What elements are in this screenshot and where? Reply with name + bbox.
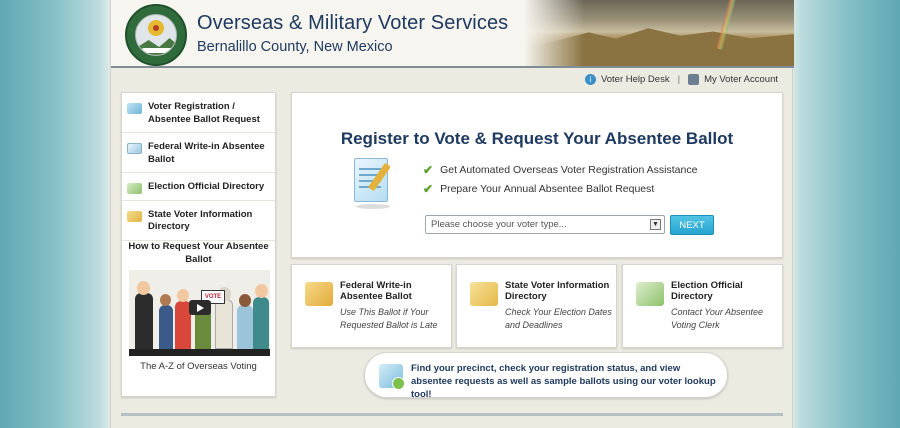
video-player[interactable]: VOTE	[129, 270, 270, 356]
mountain-icon	[136, 38, 176, 55]
next-button[interactable]: NEXT	[670, 215, 714, 235]
envelope-icon	[305, 282, 333, 306]
nav-separator: |	[677, 74, 681, 85]
sidebar-item-label: Voter Registration / Absentee Ballot Req…	[148, 101, 260, 125]
voter-type-placeholder: Please choose your voter type...	[431, 219, 567, 230]
howto-title: How to Request Your Absentee Ballot	[128, 241, 269, 265]
sidebar-item-label: Federal Write-in Absentee Ballot	[148, 141, 265, 165]
page-container: Overseas & Military Voter Services Berna…	[110, 0, 794, 428]
paper-line	[359, 168, 381, 170]
site-subtitle: Bernalillo County, New Mexico	[197, 39, 393, 55]
sheep-icon	[142, 48, 172, 53]
sidebar-item-election-official-directory[interactable]: Election Official Directory	[122, 173, 275, 201]
my-voter-account-link[interactable]: My Voter Account	[688, 74, 778, 85]
benefit-text: Prepare Your Annual Absentee Ballot Requ…	[440, 183, 655, 195]
checkmark-icon: ✔	[423, 182, 434, 196]
banner-landscape-image	[524, 0, 794, 66]
folder-icon	[470, 282, 498, 306]
icon-shadow	[356, 204, 390, 209]
directory-icon	[127, 183, 142, 194]
contact-card-icon	[636, 282, 664, 306]
benefit-item: ✔ Get Automated Overseas Voter Registrat…	[423, 163, 697, 177]
video-figure	[135, 293, 153, 349]
card-description: Check Your Election Dates and Deadlines	[505, 307, 612, 330]
video-caption: The A-Z of Overseas Voting	[140, 361, 257, 372]
voter-lookup-banner[interactable]: Find your precinct, check your registrat…	[364, 352, 728, 400]
play-icon[interactable]	[189, 300, 211, 315]
voter-type-select[interactable]: Please choose your voter type... ▼	[425, 215, 665, 234]
ballot-icon	[127, 143, 142, 154]
voter-lookup-text: Find your precinct, check your registrat…	[411, 363, 716, 400]
voter-help-desk-label: Voter Help Desk	[600, 74, 670, 85]
video-figure-head	[255, 284, 268, 298]
sidebar-item-label: State Voter Information Directory	[148, 208, 253, 233]
card-federal-write-in[interactable]: Federal Write-in Absentee Ballot Use Thi…	[291, 264, 452, 348]
my-voter-account-label: My Voter Account	[704, 74, 778, 85]
card-state-voter-directory[interactable]: State Voter Information Directory Check …	[456, 264, 617, 348]
folder-icon	[127, 210, 142, 222]
video-figure-head	[137, 281, 150, 295]
sidebar-item-voter-registration[interactable]: Voter Registration / Absentee Ballot Req…	[122, 93, 275, 133]
video-figure	[159, 305, 173, 349]
seal-emblem	[135, 14, 177, 56]
video-figure	[253, 297, 269, 349]
sidebar-item-federal-write-in[interactable]: Federal Write-in Absentee Ballot	[122, 133, 275, 173]
video-figure	[237, 305, 253, 349]
voter-help-desk-link[interactable]: i Voter Help Desk	[584, 74, 670, 85]
utility-nav: i Voter Help Desk | My Voter Account	[584, 74, 778, 85]
benefit-item: ✔ Prepare Your Annual Absentee Ballot Re…	[423, 182, 654, 196]
registration-form-icon	[350, 156, 394, 210]
site-header: Overseas & Military Voter Services Berna…	[111, 0, 794, 68]
card-description: Contact Your Absentee Voting Clerk	[671, 307, 764, 330]
card-title: State Voter Information Directory	[505, 280, 610, 302]
banner-fade	[524, 0, 584, 66]
card-election-official-directory[interactable]: Election Official Directory Contact Your…	[622, 264, 783, 348]
register-panel: Register to Vote & Request Your Absentee…	[291, 92, 783, 258]
card-title: Election Official Directory	[671, 280, 743, 302]
video-figure-head	[160, 294, 171, 306]
zia-sun-icon	[148, 20, 164, 36]
sidebar-item-state-voter-directory[interactable]: State Voter Information Directory	[122, 201, 275, 241]
video-figure-head	[177, 289, 189, 302]
footer-divider	[121, 413, 783, 416]
video-figure-head	[239, 294, 251, 307]
registration-icon	[127, 103, 142, 114]
user-icon	[688, 74, 700, 85]
county-seal-logo[interactable]	[125, 4, 187, 66]
info-icon: i	[584, 74, 596, 85]
benefit-text: Get Automated Overseas Voter Registratio…	[440, 164, 698, 176]
card-title: Federal Write-in Absentee Ballot	[340, 280, 412, 302]
video-controls[interactable]	[129, 349, 270, 356]
sidebar-item-label: Election Official Directory	[148, 181, 265, 192]
chevron-down-icon[interactable]: ▼	[650, 219, 661, 230]
sidebar: Voter Registration / Absentee Ballot Req…	[121, 92, 276, 397]
video-figure	[215, 299, 233, 349]
register-heading: Register to Vote & Request Your Absentee…	[340, 129, 734, 148]
checkmark-icon: ✔	[423, 163, 434, 177]
lookup-tool-icon	[379, 364, 405, 390]
site-title[interactable]: Overseas & Military Voter Services	[197, 12, 508, 35]
card-description: Use This Ballot if Your Requested Ballot…	[340, 307, 438, 330]
